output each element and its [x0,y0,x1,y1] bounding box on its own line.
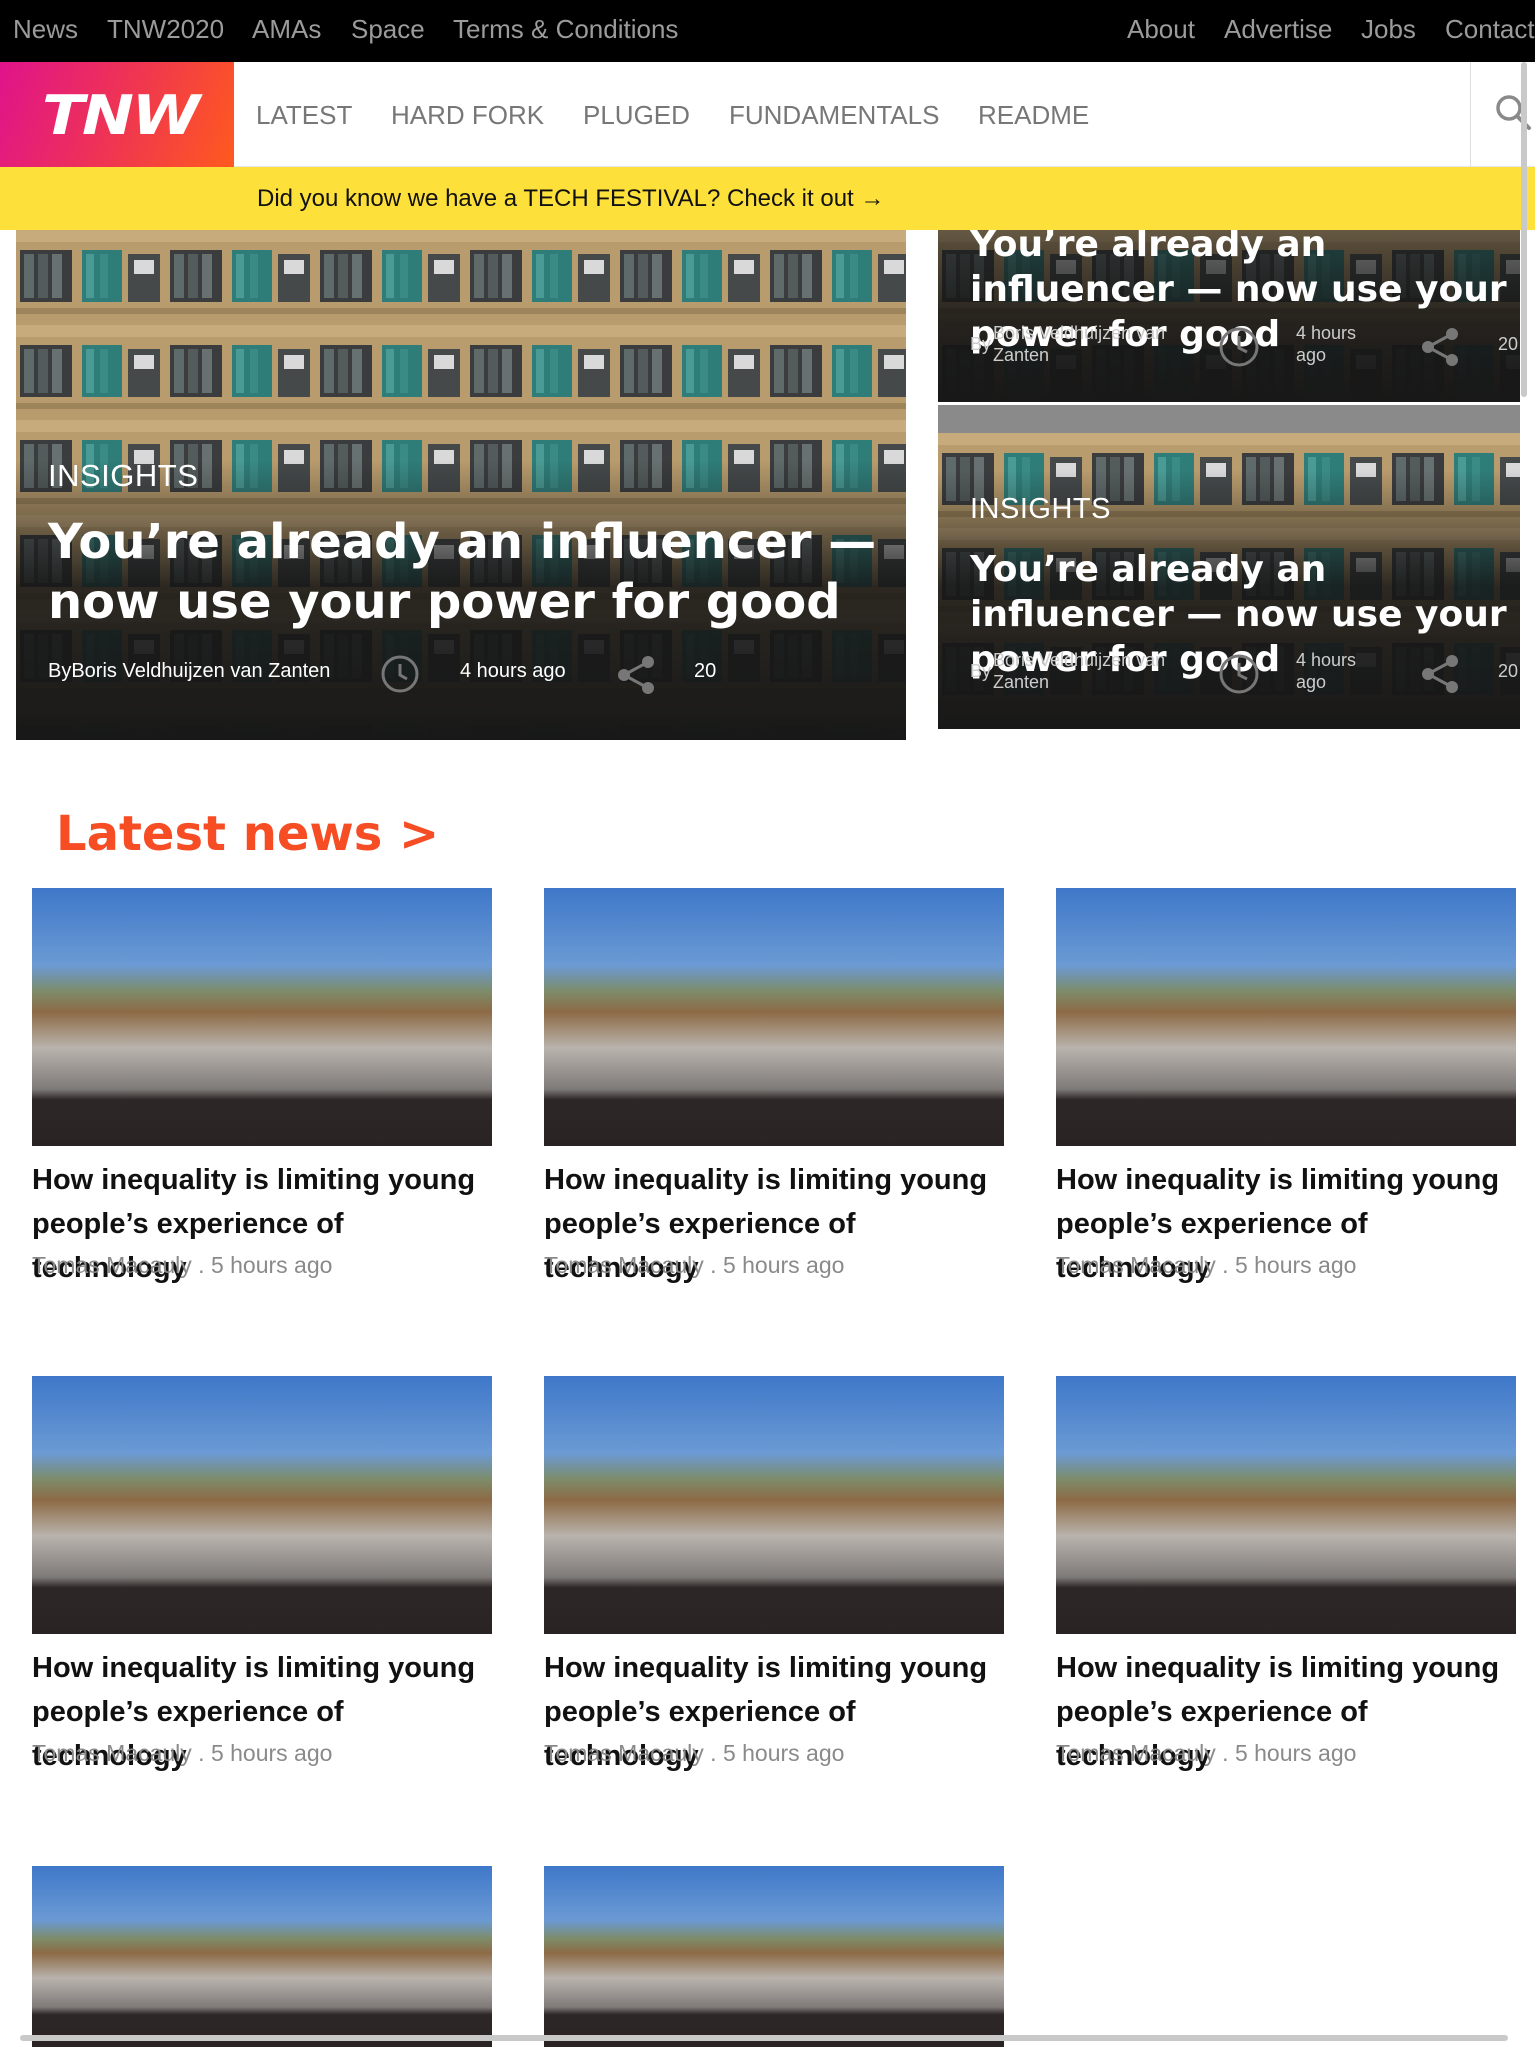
hero-side-1-shares: 20 [1498,334,1519,354]
main-nav: TNW LATEST HARD FORK PLUGED FUNDAMENTALS… [0,62,1535,167]
article-byline: Tomas Macauly . 5 hours ago [32,1252,333,1278]
article-byline: Tomas Macauly . 5 hours ago [544,1252,845,1278]
article-thumbnail[interactable] [1056,888,1516,1146]
hero-main-shares: 20 [694,660,717,682]
hero-side-2-shares: 20 [1498,661,1519,681]
horizontal-scrollbar[interactable] [20,2035,1508,2041]
nav-pluged[interactable]: PLUGED [583,100,690,131]
article-thumbnail[interactable] [544,888,1004,1146]
nav-latest[interactable]: LATEST [256,100,352,131]
nav-readme[interactable]: README [978,100,1089,131]
top-link-news[interactable]: News [13,14,78,45]
article-thumbnail[interactable] [32,888,492,1146]
hero-main-byline[interactable]: ByBoris Veldhuijzen van Zanten [48,660,330,683]
article-byline: Tomas Macauly . 5 hours ago [544,1740,845,1766]
article-thumbnail[interactable] [544,1376,1004,1634]
hero-side-card-1[interactable]: You’re already an influencer — now use y… [938,230,1520,402]
article-byline: Tomas Macauly . 5 hours ago [1056,1252,1357,1278]
nav-hard-fork[interactable]: HARD FORK [391,100,544,131]
search-icon [1496,95,1531,130]
share-icon[interactable] [1420,326,1462,368]
hero-side-2-category[interactable]: INSIGHTS [970,493,1111,526]
vertical-scrollbar[interactable] [1521,62,1527,397]
share-icon[interactable] [616,654,658,696]
top-link-advertise[interactable]: Advertise [1224,14,1332,45]
hero-side-2-author[interactable]: Boris Veldhuijzen van Zanten [993,649,1173,693]
clock-icon [381,655,419,693]
top-link-about[interactable]: About [1127,14,1195,45]
logo-text: TNW [42,84,200,147]
hero-main-title[interactable]: You’re already an influencer — now use y… [48,512,906,632]
festival-banner[interactable]: Did you know we have a TECH FESTIVAL? Ch… [0,167,1535,230]
top-link-terms[interactable]: Terms & Conditions [453,14,678,45]
top-link-space[interactable]: Space [351,14,425,45]
hero-side-2-time: 4 hours ago [1296,650,1357,692]
hero-side-1-author[interactable]: Boris Veldhuijzen van Zanten [993,322,1173,366]
article-thumbnail[interactable] [544,1866,1004,2047]
clock-icon [1219,327,1259,367]
top-link-contact[interactable]: Contact [1445,14,1535,45]
hero-main-card[interactable]: INSIGHTS You’re already an influencer — … [16,230,906,740]
top-link-tnw2020[interactable]: TNW2020 [107,14,224,45]
article-thumbnail[interactable] [32,1376,492,1634]
hero-side-2-by: By [970,661,992,681]
tnw-logo[interactable]: TNW [0,62,234,167]
hero-side-1-by: By [970,334,992,354]
article-byline: Tomas Macauly . 5 hours ago [32,1740,333,1766]
top-link-jobs[interactable]: Jobs [1361,14,1416,45]
latest-news-heading[interactable]: Latest news > [56,806,439,862]
top-link-amas[interactable]: AMAs [252,14,321,45]
clock-icon [1219,654,1259,694]
hero-side-1-time: 4 hours ago [1296,323,1357,365]
nav-fundamentals[interactable]: FUNDAMENTALS [729,100,939,131]
hero-side-card-2[interactable]: INSIGHTS You’re already an influencer — … [938,405,1520,729]
article-thumbnail[interactable] [1056,1376,1516,1634]
hero-main-time: 4 hours ago [460,660,566,682]
share-icon[interactable] [1420,653,1462,695]
banner-text: Did you know we have a TECH FESTIVAL? Ch… [257,185,885,212]
article-thumbnail[interactable] [32,1866,492,2047]
top-bar: News TNW2020 AMAs Space Terms & Conditio… [0,0,1535,62]
article-byline: Tomas Macauly . 5 hours ago [1056,1740,1357,1766]
hero-main-category[interactable]: INSIGHTS [48,458,198,494]
